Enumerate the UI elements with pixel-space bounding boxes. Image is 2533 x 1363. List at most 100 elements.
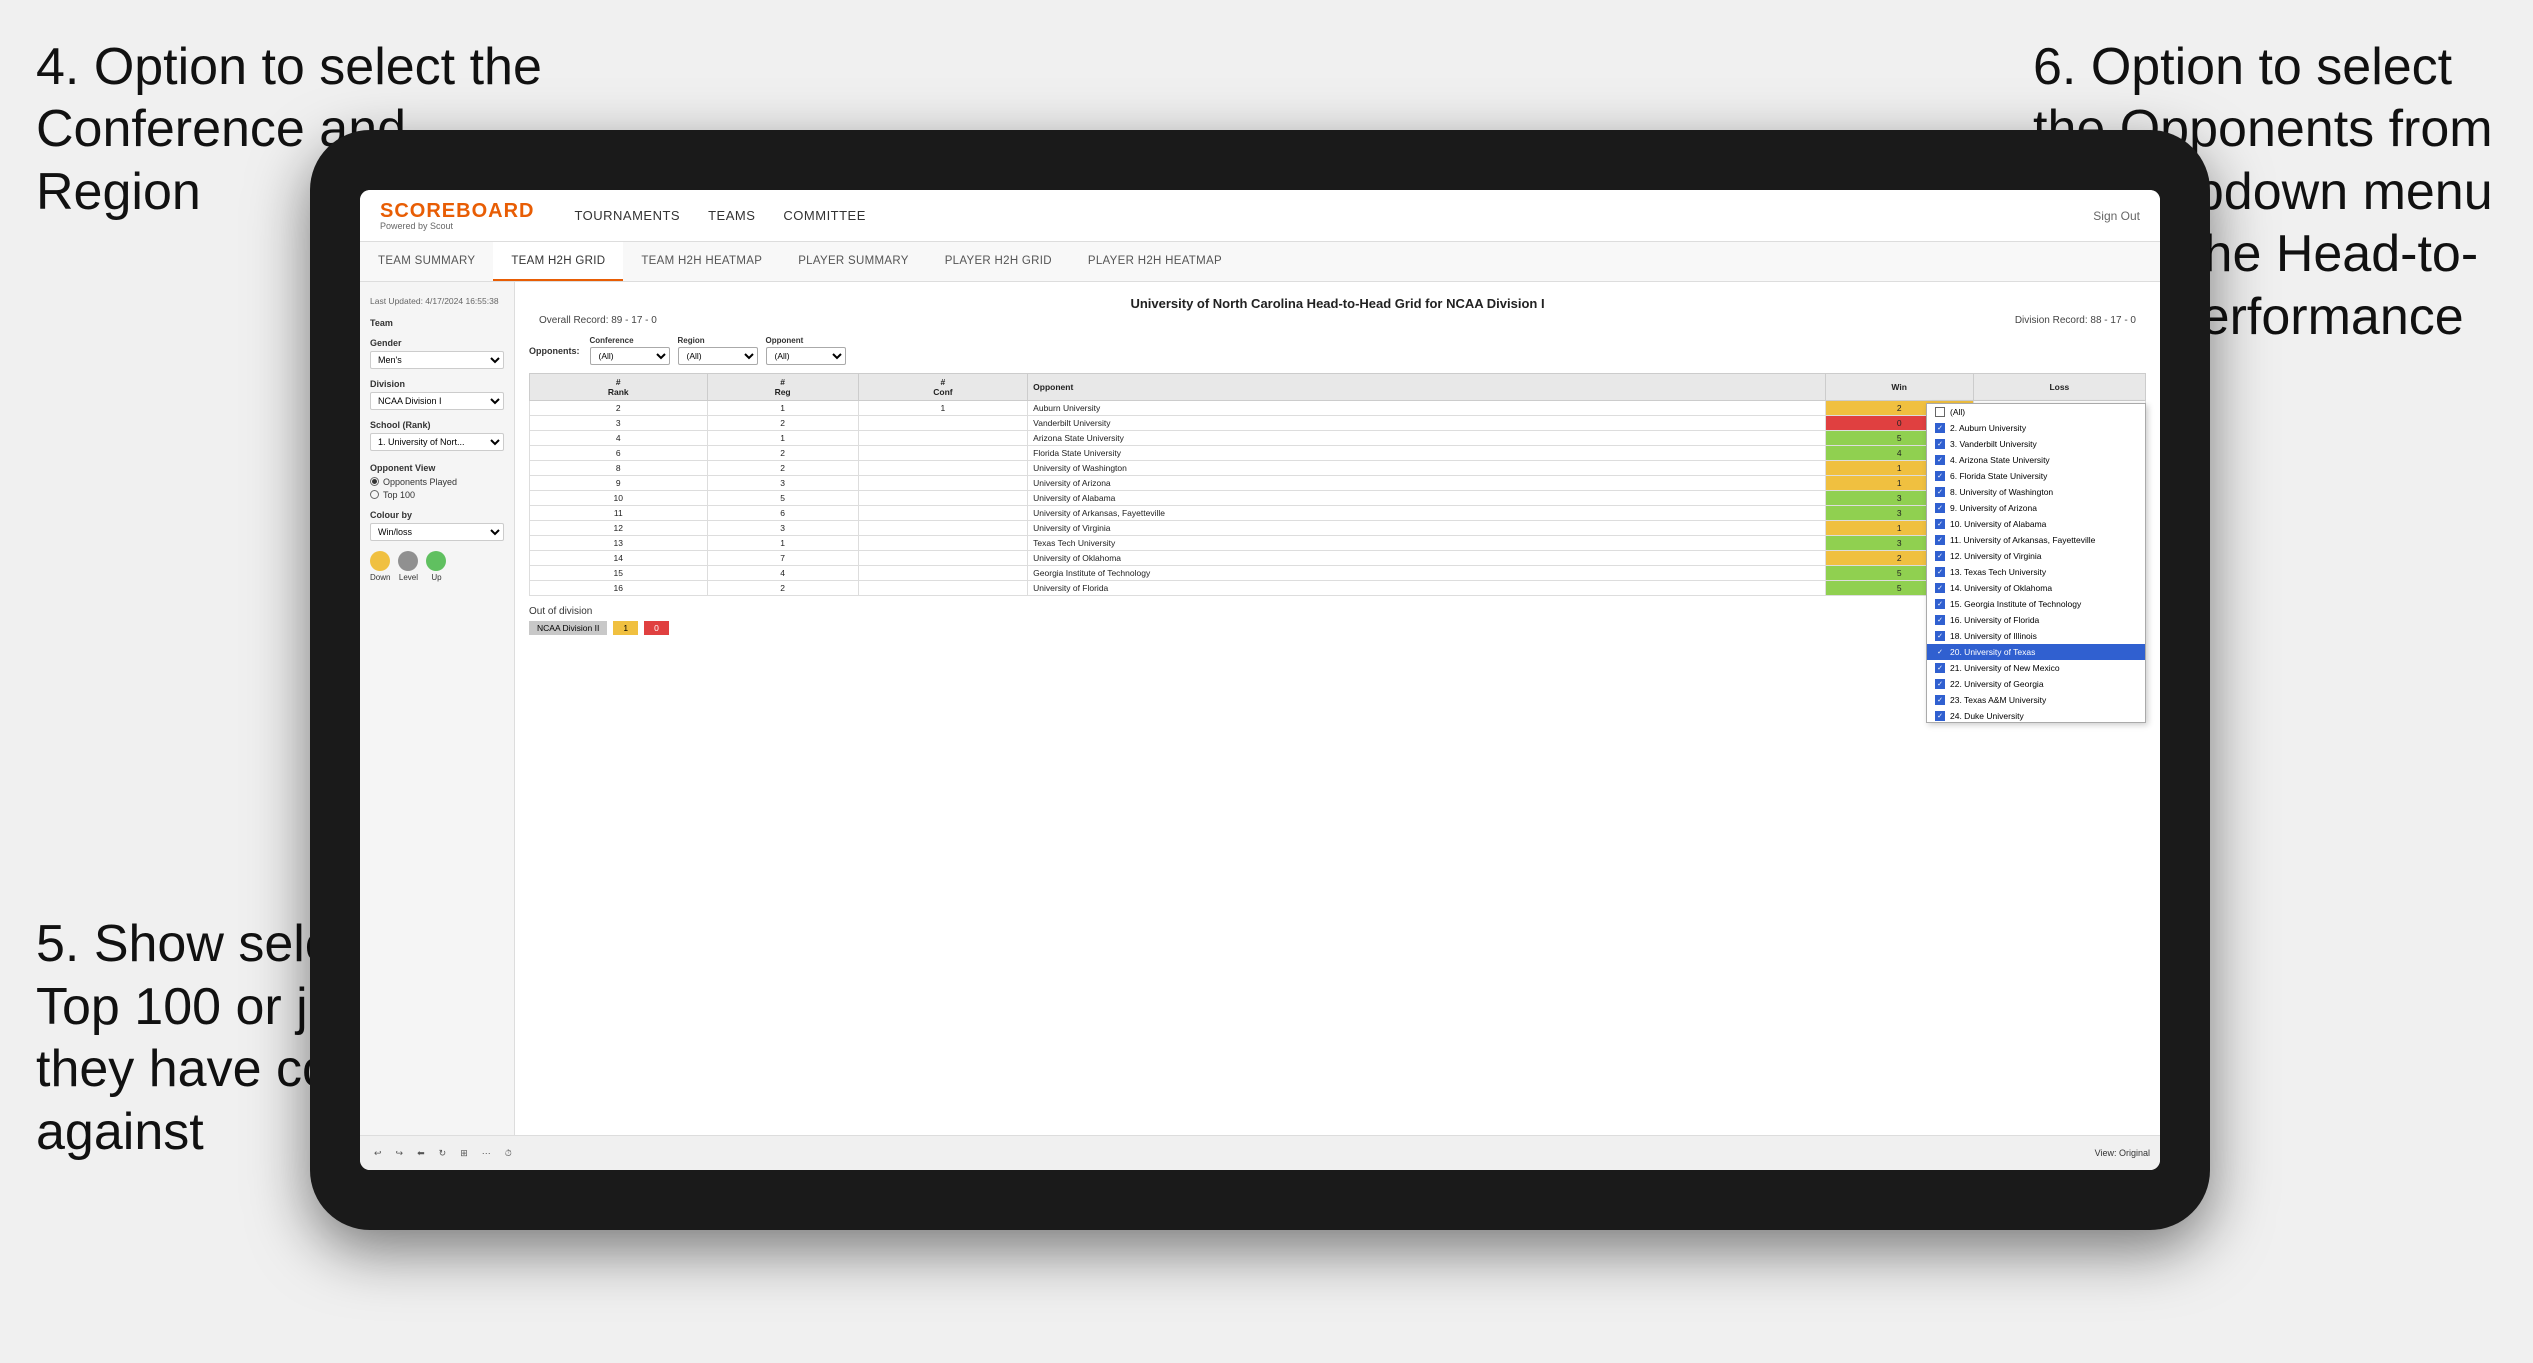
table-row: 10 5 University of Alabama 3 0: [530, 491, 2146, 506]
dropdown-item-label: 2. Auburn University: [1950, 423, 2026, 433]
cell-reg: 2: [707, 581, 858, 596]
back-button[interactable]: ⬅: [413, 1146, 429, 1161]
tab-player-h2h-grid[interactable]: PLAYER H2H GRID: [927, 242, 1070, 281]
dropdown-checkbox: ✓: [1935, 487, 1945, 497]
dropdown-item[interactable]: ✓16. University of Florida: [1927, 612, 2145, 628]
dropdown-item-label: 12. University of Virginia: [1950, 551, 2042, 561]
overall-record: Overall Record: 89 - 17 - 0: [539, 315, 657, 326]
cell-conf: [858, 506, 1028, 521]
table-row: 3 2 Vanderbilt University 0 4: [530, 416, 2146, 431]
dropdown-checkbox: ✓: [1935, 647, 1945, 657]
table-row: 15 4 Georgia Institute of Technology 5 1: [530, 566, 2146, 581]
dropdown-item[interactable]: ✓15. Georgia Institute of Technology: [1927, 596, 2145, 612]
school-select[interactable]: 1. University of Nort...: [370, 433, 504, 451]
dropdown-item[interactable]: ✓24. Duke University: [1927, 708, 2145, 723]
clock-button[interactable]: ⏱: [501, 1146, 516, 1161]
conference-select[interactable]: (All): [590, 347, 670, 365]
nav-teams[interactable]: TEAMS: [708, 208, 755, 223]
last-updated: Last Updated: 4/17/2024 16:55:38: [370, 296, 504, 308]
cell-conf: [858, 476, 1028, 491]
dropdown-checkbox: ✓: [1935, 583, 1945, 593]
cell-opponent: Arizona State University: [1028, 431, 1825, 446]
cell-rank: 8: [530, 461, 708, 476]
cell-opponent: Florida State University: [1028, 446, 1825, 461]
sub-nav: TEAM SUMMARY TEAM H2H GRID TEAM H2H HEAT…: [360, 242, 2160, 282]
dropdown-item[interactable]: ✓22. University of Georgia: [1927, 676, 2145, 692]
opponent-dropdown[interactable]: (All)✓2. Auburn University✓3. Vanderbilt…: [1926, 403, 2146, 723]
tab-team-summary[interactable]: TEAM SUMMARY: [360, 242, 493, 281]
cell-rank: 2: [530, 401, 708, 416]
cell-reg: 2: [707, 446, 858, 461]
region-select[interactable]: (All): [678, 347, 758, 365]
more-button[interactable]: ⋯: [478, 1146, 495, 1161]
cell-rank: 14: [530, 551, 708, 566]
dropdown-item[interactable]: ✓11. University of Arkansas, Fayettevill…: [1927, 532, 2145, 548]
dropdown-item[interactable]: ✓10. University of Alabama: [1927, 516, 2145, 532]
cell-rank: 6: [530, 446, 708, 461]
grid-container: #Rank #Reg #Conf Opponent Win Loss 2 1 1…: [529, 373, 2146, 635]
col-conf: #Conf: [858, 374, 1028, 401]
dropdown-item[interactable]: ✓12. University of Virginia: [1927, 548, 2145, 564]
dropdown-item[interactable]: ✓9. University of Arizona: [1927, 500, 2145, 516]
radio-opponents-played[interactable]: Opponents Played: [370, 477, 504, 487]
sidebar: Last Updated: 4/17/2024 16:55:38 Team Ge…: [360, 282, 515, 1135]
dropdown-checkbox: ✓: [1935, 663, 1945, 673]
tab-player-h2h-heatmap[interactable]: PLAYER H2H HEATMAP: [1070, 242, 1240, 281]
dropdown-item-label: 21. University of New Mexico: [1950, 663, 2060, 673]
tab-player-summary[interactable]: PLAYER SUMMARY: [780, 242, 927, 281]
cell-conf: [858, 581, 1028, 596]
cell-reg: 3: [707, 521, 858, 536]
cell-opponent: Auburn University: [1028, 401, 1825, 416]
gender-section: Gender Men's: [370, 338, 504, 369]
dropdown-item-label: 10. University of Alabama: [1950, 519, 2046, 529]
radio-top100-dot: [370, 490, 379, 499]
gender-select[interactable]: Men's: [370, 351, 504, 369]
dropdown-item[interactable]: ✓14. University of Oklahoma: [1927, 580, 2145, 596]
opponent-filter: Opponent (All): [766, 336, 846, 365]
nav-tournaments[interactable]: TOURNAMENTS: [574, 208, 680, 223]
dropdown-item[interactable]: ✓ 21. University of New Mexico: [1927, 660, 2145, 676]
division-select[interactable]: NCAA Division I: [370, 392, 504, 410]
signout-link[interactable]: Sign Out: [2093, 209, 2140, 223]
dropdown-item-label: (All): [1950, 407, 1965, 417]
toolbar-bottom: ↩ ↪ ⬅ ↻ ⊞ ⋯ ⏱ View: Original: [360, 1135, 2160, 1170]
dropdown-checkbox: ✓: [1935, 455, 1945, 465]
table-row: 12 3 University of Virginia 1 0: [530, 521, 2146, 536]
refresh-button[interactable]: ↻: [435, 1146, 451, 1161]
up-color-dot: [426, 551, 446, 571]
cell-opponent: University of Arizona: [1028, 476, 1825, 491]
cell-conf: [858, 446, 1028, 461]
cell-rank: 12: [530, 521, 708, 536]
dropdown-item[interactable]: ✓23. Texas A&M University: [1927, 692, 2145, 708]
dropdown-item[interactable]: ✓6. Florida State University: [1927, 468, 2145, 484]
redo-button[interactable]: ↪: [392, 1146, 408, 1161]
cell-reg: 2: [707, 461, 858, 476]
dropdown-item[interactable]: ✓18. University of Illinois: [1927, 628, 2145, 644]
dropdown-item[interactable]: ✓2. Auburn University: [1927, 420, 2145, 436]
cell-opponent: University of Florida: [1028, 581, 1825, 596]
colour-select[interactable]: Win/loss: [370, 523, 504, 541]
zoom-button[interactable]: ⊞: [456, 1146, 472, 1161]
undo-button[interactable]: ↩: [370, 1146, 386, 1161]
dropdown-item[interactable]: ✓8. University of Washington: [1927, 484, 2145, 500]
dropdown-item[interactable]: (All): [1927, 404, 2145, 420]
dropdown-checkbox: ✓: [1935, 535, 1945, 545]
tab-team-h2h-heatmap[interactable]: TEAM H2H HEATMAP: [623, 242, 780, 281]
dropdown-item[interactable]: ✓20. University of Texas: [1927, 644, 2145, 660]
dropdown-checkbox: ✓: [1935, 679, 1945, 689]
opponent-select[interactable]: (All): [766, 347, 846, 365]
cell-conf: [858, 461, 1028, 476]
cell-opponent: University of Washington: [1028, 461, 1825, 476]
cell-opponent: Texas Tech University: [1028, 536, 1825, 551]
cell-opponent: University of Arkansas, Fayetteville: [1028, 506, 1825, 521]
dropdown-item[interactable]: ✓13. Texas Tech University: [1927, 564, 2145, 580]
cell-reg: 6: [707, 506, 858, 521]
dropdown-checkbox: ✓: [1935, 615, 1945, 625]
legend-level: Level: [398, 551, 418, 582]
nav-committee[interactable]: COMMITTEE: [783, 208, 866, 223]
dropdown-item[interactable]: ✓3. Vanderbilt University: [1927, 436, 2145, 452]
tab-team-h2h-grid[interactable]: TEAM H2H GRID: [493, 242, 623, 281]
radio-top100[interactable]: Top 100: [370, 490, 504, 500]
cell-opponent: University of Oklahoma: [1028, 551, 1825, 566]
dropdown-item[interactable]: ✓4. Arizona State University: [1927, 452, 2145, 468]
